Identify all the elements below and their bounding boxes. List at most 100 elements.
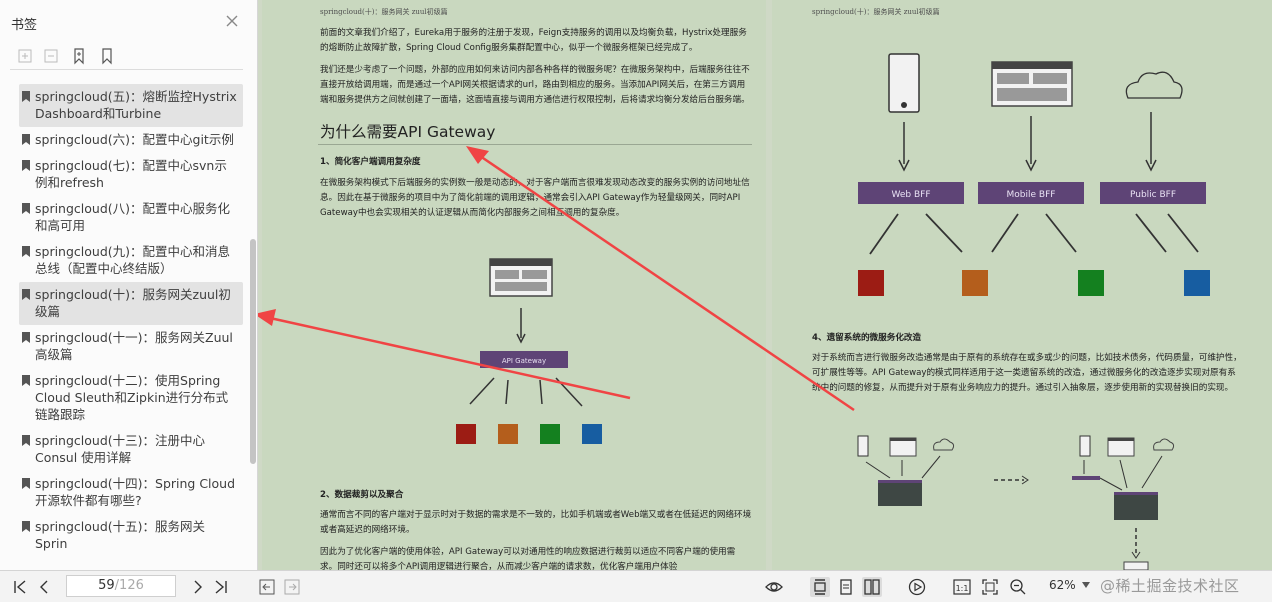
bookmark-icon xyxy=(22,134,30,145)
bookmark-panel-header: 书签 xyxy=(0,0,257,44)
bookmark-label: springcloud(十)：服务网关zuul初级篇 xyxy=(35,287,231,319)
api-gateway-label: API Gateway xyxy=(502,357,546,365)
next-page-icon[interactable] xyxy=(188,577,208,597)
pdf-page-left: springcloud(十)：服务网关 zuul初级篇 前面的文章我们介绍了，E… xyxy=(262,0,766,570)
bookmark-label: springcloud(八)：配置中心服务化和高可用 xyxy=(35,201,231,233)
mobile-bff-label: Mobile BFF xyxy=(1007,190,1056,200)
bookmark-item[interactable]: springcloud(十五)：服务网关 Sprin xyxy=(19,514,243,557)
service-blue xyxy=(1184,270,1210,296)
play-icon[interactable] xyxy=(907,577,927,597)
service-orange xyxy=(962,270,988,296)
web-bff-label: Web BFF xyxy=(891,190,930,200)
bookmark-item[interactable]: springcloud(五)：熔断监控Hystrix Dashboard和Tur… xyxy=(19,84,243,127)
bookmark-item[interactable]: springcloud(八)：配置中心服务化和高可用 xyxy=(19,196,243,239)
zoom-out-icon[interactable] xyxy=(1008,577,1028,597)
bookmark-list: springcloud(五)：熔断监控Hystrix Dashboard和Tur… xyxy=(0,84,248,570)
forward-icon[interactable] xyxy=(282,577,302,597)
gateway-diagram: API Gateway xyxy=(456,258,602,444)
bookmark-icon[interactable] xyxy=(98,47,116,65)
bookmark-panel: 书签 springcloud(五)：熔断监控Hystrix Dashboard和… xyxy=(0,0,258,570)
gateway-layer xyxy=(1072,476,1100,480)
status-toolbar: 59/126 1:1 62% @稀土掘金技术社区 xyxy=(0,570,1272,602)
mobile-phone-icon xyxy=(888,53,920,113)
bookmark-icon xyxy=(22,160,30,171)
bookmark-item[interactable]: springcloud(六)：配置中心git示例 xyxy=(19,127,243,153)
previous-page-icon[interactable] xyxy=(34,577,54,597)
bookmark-item[interactable]: springcloud(十二)：使用Spring Cloud Sleuth和Zi… xyxy=(19,368,243,428)
bookmark-icon xyxy=(22,91,30,102)
bookmark-icon xyxy=(22,521,30,532)
section-heading: 为什么需要API Gateway xyxy=(320,123,496,141)
single-page-icon[interactable] xyxy=(836,577,856,597)
bookmark-label: springcloud(十二)：使用Spring Cloud Sleuth和Zi… xyxy=(35,373,229,422)
bookmark-label: springcloud(十一)：服务网关Zuul高级篇 xyxy=(35,330,233,362)
chevron-down-icon[interactable] xyxy=(1082,582,1090,588)
subheading: 4、遗留系统的微服务化改造 xyxy=(812,333,922,343)
close-icon[interactable] xyxy=(223,12,241,30)
service-blue xyxy=(582,424,602,444)
cloud-icon xyxy=(1125,71,1183,99)
paragraph: 前面的文章我们介绍了，Eureka用于服务的注册于发现，Feign支持服务的调用… xyxy=(320,28,747,53)
browser-window-icon xyxy=(991,61,1073,107)
page-header: springcloud(十)：服务网关 zuul初级篇 xyxy=(320,8,448,16)
bookmark-toolbar xyxy=(10,44,243,70)
paragraph: 在微服务架构模式下后端服务的实例数一般是动态的，对于客户端而言很难发现动态改变的… xyxy=(320,178,750,218)
bookmark-item[interactable]: springcloud(十一)：服务网关Zuul高级篇 xyxy=(19,325,243,368)
current-page: 59 xyxy=(98,578,115,593)
page-header: springcloud(十)：服务网关 zuul初级篇 xyxy=(812,8,940,16)
last-page-icon[interactable] xyxy=(211,577,231,597)
bookmark-icon xyxy=(22,203,30,214)
zoom-level[interactable]: 62% xyxy=(1049,578,1076,592)
page-number-field[interactable]: 59/126 xyxy=(66,575,176,597)
expand-all-icon[interactable] xyxy=(16,47,34,65)
paragraph: 我们还是少考虑了一个问题，外部的应用如何来访问内部各种各样的微服务呢？在微服务架… xyxy=(320,65,750,105)
paragraph: 对于系统而言进行微服务改造通常是由于原有的系统存在或多或少的问题，比如技术债务，… xyxy=(812,353,1242,393)
watermark: @稀土掘金技术社区 xyxy=(1100,577,1240,595)
bookmark-label: springcloud(九)：配置中心和消息总线（配置中心终结版） xyxy=(35,244,231,276)
bookmark-item[interactable]: springcloud(十三)：注册中心 Consul 使用详解 xyxy=(19,428,243,471)
bookmark-icon xyxy=(22,246,30,257)
first-page-icon[interactable] xyxy=(10,577,30,597)
bff-diagram: Web BFF Mobile BFF Public BFF xyxy=(858,53,1210,296)
document-viewport[interactable]: springcloud(十)：服务网关 zuul初级篇 前面的文章我们介绍了，E… xyxy=(258,0,1272,570)
back-icon[interactable] xyxy=(257,577,277,597)
legacy-migration-diagram xyxy=(857,435,1175,570)
bookmark-item[interactable]: springcloud(九)：配置中心和消息总线（配置中心终结版） xyxy=(19,239,243,282)
eye-care-icon[interactable] xyxy=(764,577,784,597)
bookmark-item[interactable]: springcloud(十四)：Spring Cloud 开源软件都有哪些? xyxy=(19,471,243,514)
scrollbar-thumb[interactable] xyxy=(250,239,256,464)
bookmark-item[interactable]: springcloud(七)：配置中心svn示例和refresh xyxy=(19,153,243,196)
fit-page-icon[interactable] xyxy=(980,577,1000,597)
actual-size-icon[interactable]: 1:1 xyxy=(952,577,972,597)
pdf-page-right: springcloud(十)：服务网关 zuul初级篇 Web BFF Mobi… xyxy=(772,0,1272,570)
bookmark-label: springcloud(六)：配置中心git示例 xyxy=(35,132,234,147)
service-green xyxy=(1078,270,1104,296)
bookmark-label: springcloud(十三)：注册中心 Consul 使用详解 xyxy=(35,433,206,465)
bookmark-label: springcloud(五)：熔断监控Hystrix Dashboard和Tur… xyxy=(35,89,237,121)
bookmark-label: springcloud(十四)：Spring Cloud 开源软件都有哪些? xyxy=(35,476,236,508)
legacy-system-box xyxy=(878,480,922,506)
browser-window-icon xyxy=(489,258,553,297)
paragraph: 通常而言不同的客户端对于显示时对于数据的需求是不一致的，比如手机端或者Web端又… xyxy=(320,510,752,535)
paragraph: 因此为了优化客户端的使用体验，API Gateway可以对通用性的响应数据进行裁… xyxy=(320,547,736,570)
bookmark-icon xyxy=(22,332,30,343)
bookmark-icon xyxy=(22,375,30,386)
bookmark-scrollbar[interactable] xyxy=(249,84,257,570)
total-pages: /126 xyxy=(114,578,144,593)
new-system-box xyxy=(1114,492,1158,520)
service-orange xyxy=(498,424,518,444)
continuous-view-icon[interactable] xyxy=(810,577,830,597)
two-page-icon[interactable] xyxy=(862,577,882,597)
collapse-all-icon[interactable] xyxy=(42,47,60,65)
bookmark-icon xyxy=(22,478,30,489)
subheading: 2、数据裁剪以及聚合 xyxy=(320,490,404,500)
heading-rule xyxy=(318,144,752,145)
bookmark-panel-title: 书签 xyxy=(11,18,38,33)
add-bookmark-icon[interactable] xyxy=(70,47,88,65)
bookmark-label: springcloud(十五)：服务网关 Sprin xyxy=(35,519,206,551)
bookmark-item-active[interactable]: springcloud(十)：服务网关zuul初级篇 xyxy=(19,282,243,325)
service-green xyxy=(540,424,560,444)
bookmark-icon xyxy=(22,435,30,446)
svg-text:1:1: 1:1 xyxy=(956,584,969,593)
service-red xyxy=(858,270,884,296)
